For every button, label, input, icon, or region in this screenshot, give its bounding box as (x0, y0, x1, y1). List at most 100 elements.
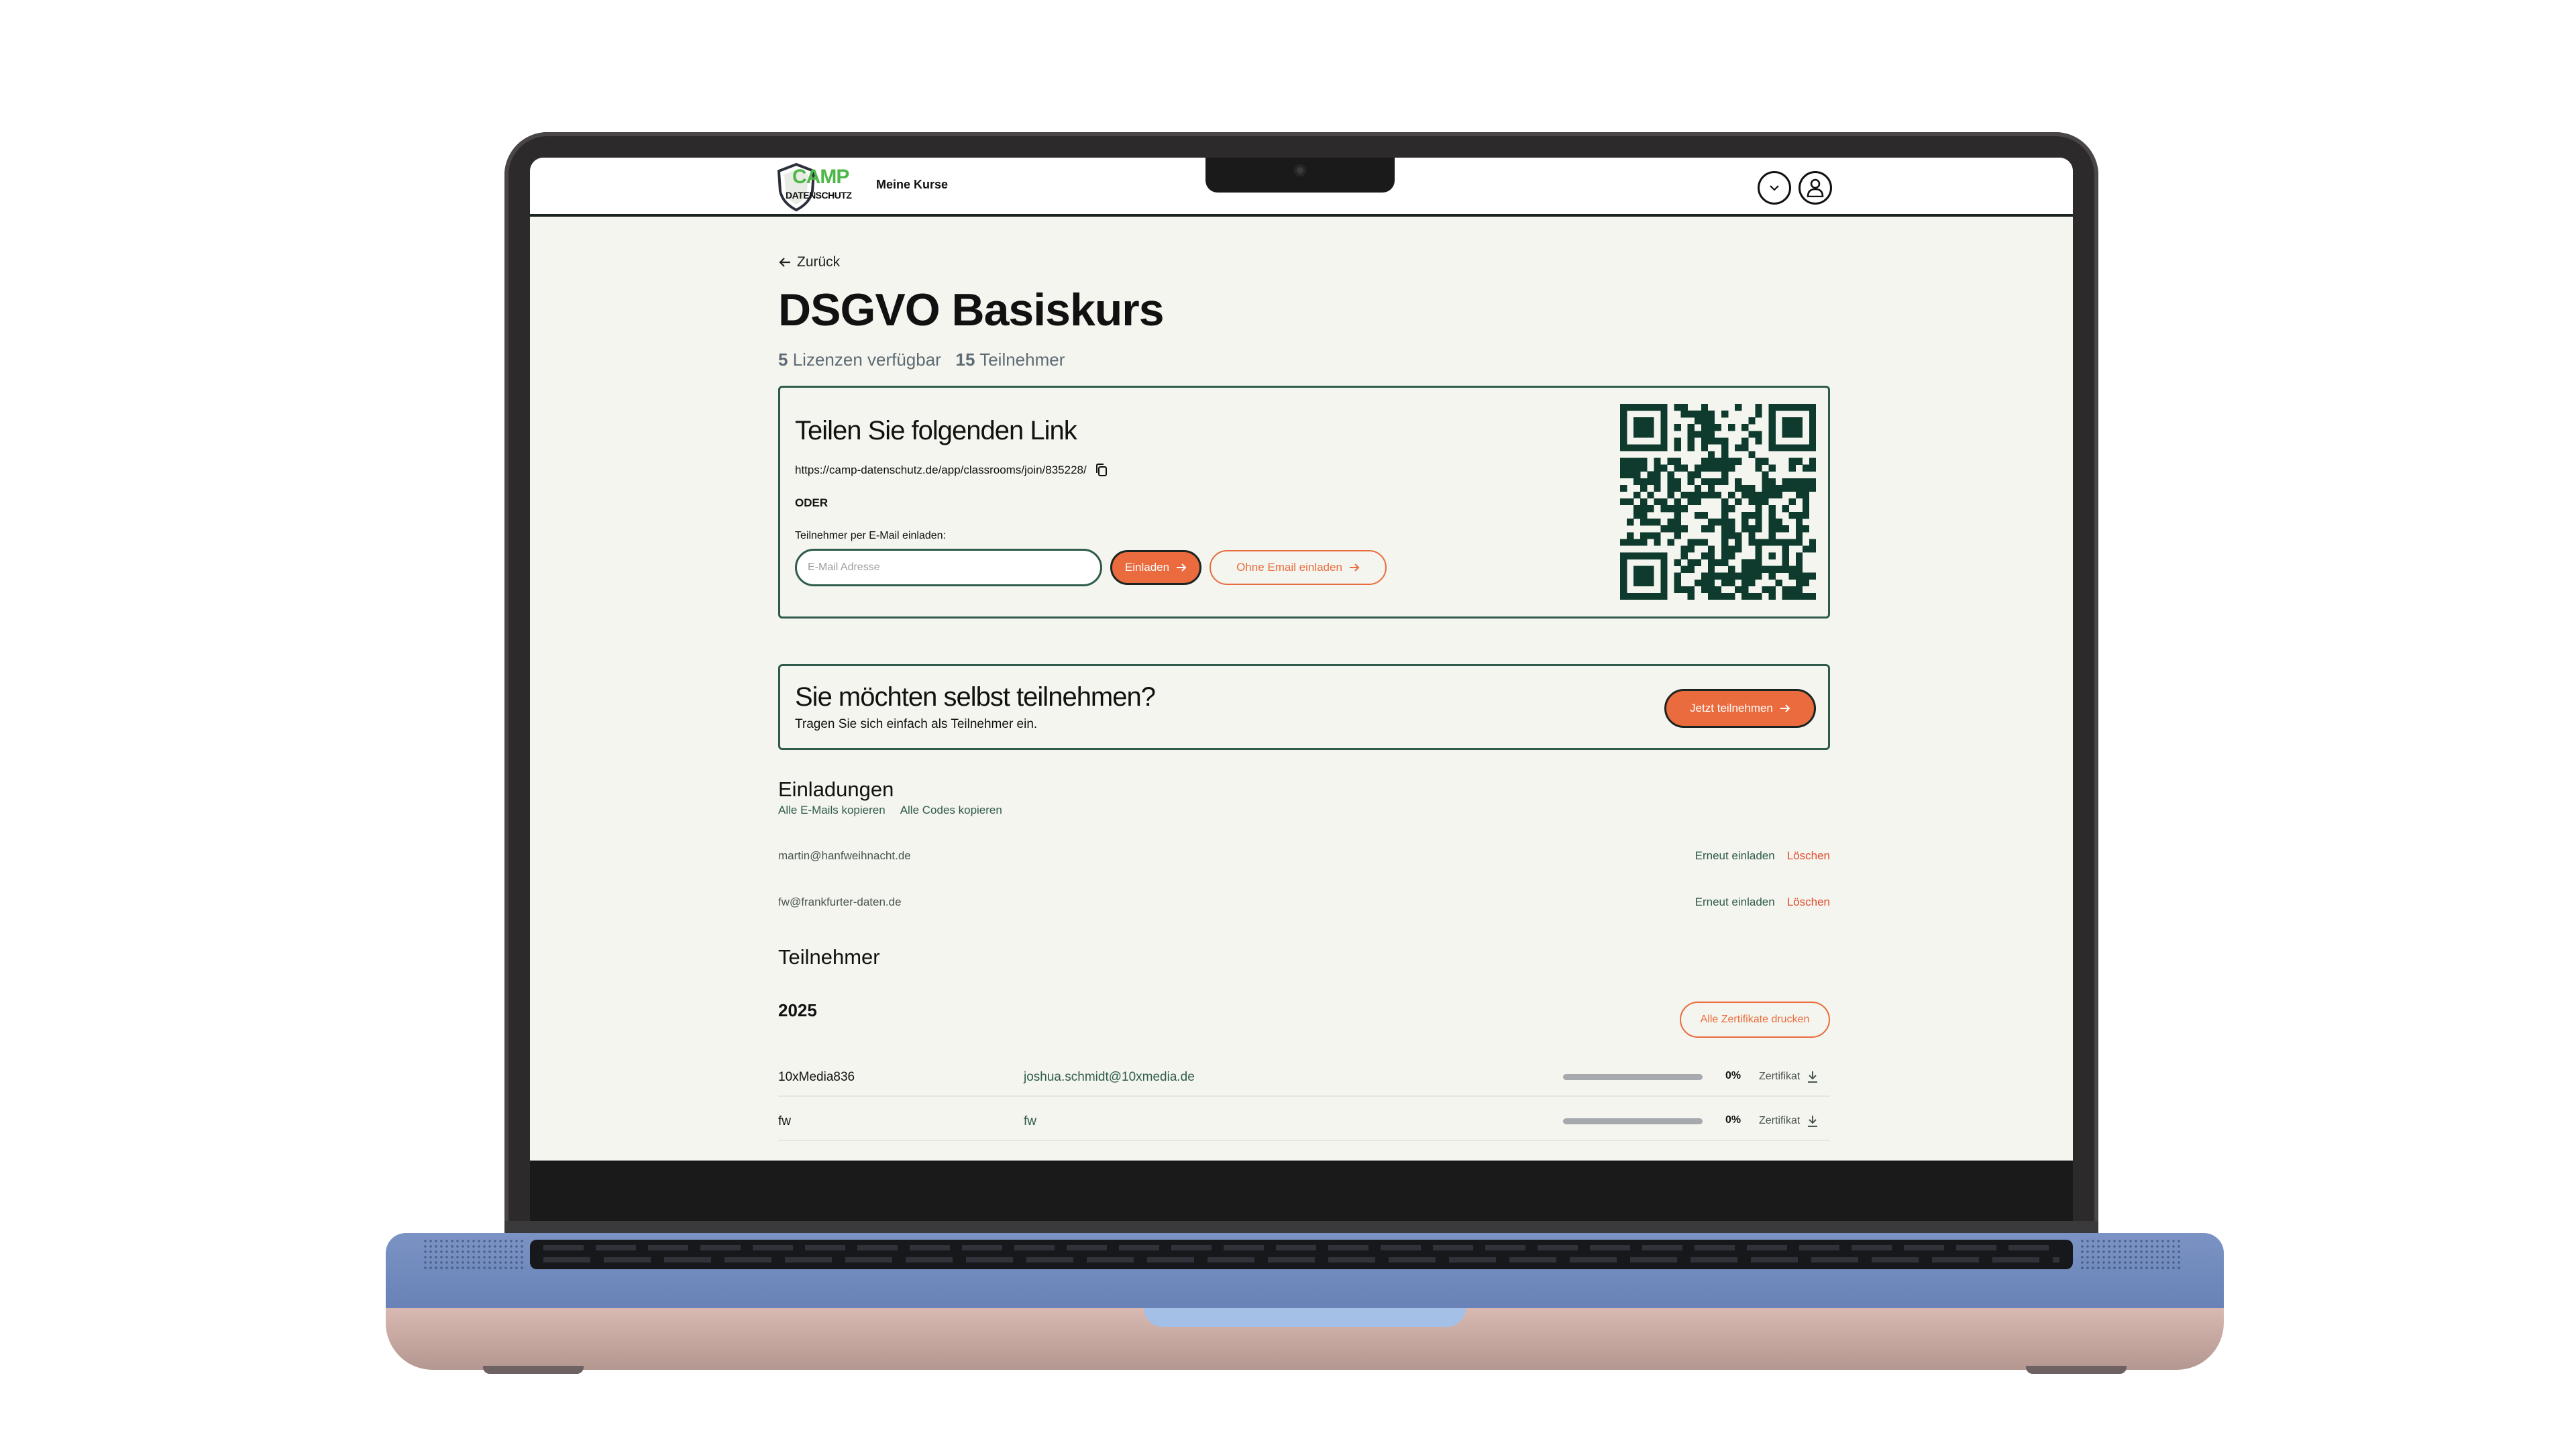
qr-module (1802, 512, 1810, 519)
qr-module (1674, 512, 1681, 519)
back-link[interactable]: Zurück (778, 254, 840, 270)
qr-module (1802, 525, 1810, 533)
qr-module (1627, 471, 1634, 478)
qr-module (1674, 586, 1681, 594)
qr-module (1782, 478, 1789, 486)
dropdown-button[interactable] (1758, 171, 1791, 205)
qr-module (1687, 586, 1695, 594)
reinvite-link[interactable]: Erneut einladen (1695, 896, 1775, 909)
qr-module (1721, 411, 1729, 418)
qr-module (1782, 431, 1789, 438)
qr-module (1627, 464, 1634, 472)
qr-module (1674, 404, 1681, 411)
qr-module (1768, 484, 1776, 492)
qr-module (1701, 411, 1709, 418)
qr-module (1735, 404, 1742, 411)
qr-module (1640, 424, 1648, 431)
certificate-download[interactable]: Zertifikat (1759, 1070, 1819, 1083)
qr-module (1795, 458, 1803, 465)
qr-module (1788, 592, 1796, 600)
qr-module (1755, 498, 1762, 506)
print-all-certificates-button[interactable]: Alle Zertifikate drucken (1680, 1002, 1830, 1038)
qr-module (1795, 417, 1803, 425)
delete-invitation-link[interactable]: Löschen (1787, 896, 1830, 909)
qr-module (1788, 512, 1796, 519)
qr-module (1640, 478, 1648, 486)
qr-module (1721, 579, 1729, 587)
page-title: DSGVO Basiskurs (778, 284, 1165, 335)
qr-module (1728, 519, 1735, 526)
certificate-download[interactable]: Zertifikat (1759, 1114, 1819, 1128)
qr-module (1707, 519, 1715, 526)
qr-module (1694, 471, 1702, 478)
user-menu-button[interactable] (1799, 171, 1832, 205)
participant-email: joshua.schmidt@10xmedia.de (1024, 1070, 1195, 1084)
qr-module (1748, 572, 1756, 580)
qr-module (1748, 592, 1756, 600)
qr-module (1782, 417, 1789, 425)
qr-module (1674, 505, 1681, 513)
qr-module (1633, 404, 1641, 411)
camera-icon (1294, 164, 1306, 176)
qr-module (1701, 572, 1709, 580)
delete-invitation-link[interactable]: Löschen (1787, 849, 1830, 863)
qr-module (1627, 532, 1634, 539)
qr-module (1788, 444, 1796, 451)
share-link[interactable]: https://camp-datenschutz.de/app/classroo… (795, 463, 1108, 478)
qr-module (1762, 484, 1769, 492)
qr-module (1660, 525, 1668, 533)
qr-module (1741, 592, 1749, 600)
qr-module (1620, 437, 1627, 445)
copy-icon[interactable] (1095, 463, 1108, 478)
qr-module (1728, 566, 1735, 573)
qr-module (1687, 592, 1695, 600)
qr-module (1640, 417, 1648, 425)
qr-module (1620, 579, 1627, 587)
qr-module (1741, 579, 1749, 587)
invite-button[interactable]: Einladen (1110, 550, 1201, 585)
join-now-button[interactable]: Jetzt teilnehmen (1664, 689, 1816, 728)
qr-module (1735, 498, 1742, 506)
qr-module (1735, 545, 1742, 553)
qr-module (1721, 478, 1729, 486)
qr-module (1755, 431, 1762, 438)
qr-module (1640, 498, 1648, 506)
qr-module (1633, 478, 1641, 486)
qr-module (1802, 404, 1810, 411)
qr-module (1788, 478, 1796, 486)
copy-all-emails-link[interactable]: Alle E-Mails kopieren (778, 804, 885, 817)
qr-module (1680, 464, 1688, 472)
qr-module (1741, 512, 1749, 519)
qr-module (1633, 505, 1641, 513)
nav-meine-kurse[interactable]: Meine Kurse (876, 178, 948, 192)
email-input[interactable] (795, 549, 1102, 586)
qr-module (1721, 545, 1729, 553)
invite-without-email-button[interactable]: Ohne Email einladen (1210, 550, 1387, 585)
qr-module (1782, 404, 1789, 411)
laptop-foot-left (483, 1366, 584, 1374)
participant-name: 10xMedia836 (778, 1070, 855, 1084)
qr-module (1809, 464, 1816, 472)
qr-module (1714, 572, 1722, 580)
qr-module (1809, 437, 1816, 445)
qr-module (1748, 512, 1756, 519)
qr-module (1707, 552, 1715, 559)
qr-module (1701, 464, 1709, 472)
qr-module (1687, 559, 1695, 566)
qr-module (1674, 484, 1681, 492)
qr-module (1748, 431, 1756, 438)
qr-module (1701, 437, 1709, 445)
qr-module (1721, 464, 1729, 472)
brand-logo[interactable]: CAMP DATENSCHUTZ (776, 162, 852, 213)
qr-module (1755, 525, 1762, 533)
qr-module (1707, 437, 1715, 445)
qr-code (1620, 404, 1816, 600)
qr-module (1647, 444, 1654, 451)
qr-module (1741, 424, 1749, 431)
qr-module (1687, 431, 1695, 438)
qr-module (1640, 505, 1648, 513)
qr-module (1654, 458, 1661, 465)
reinvite-link[interactable]: Erneut einladen (1695, 849, 1775, 863)
copy-all-codes-link[interactable]: Alle Codes kopieren (900, 804, 1002, 817)
speaker-grille-right (2080, 1238, 2180, 1271)
